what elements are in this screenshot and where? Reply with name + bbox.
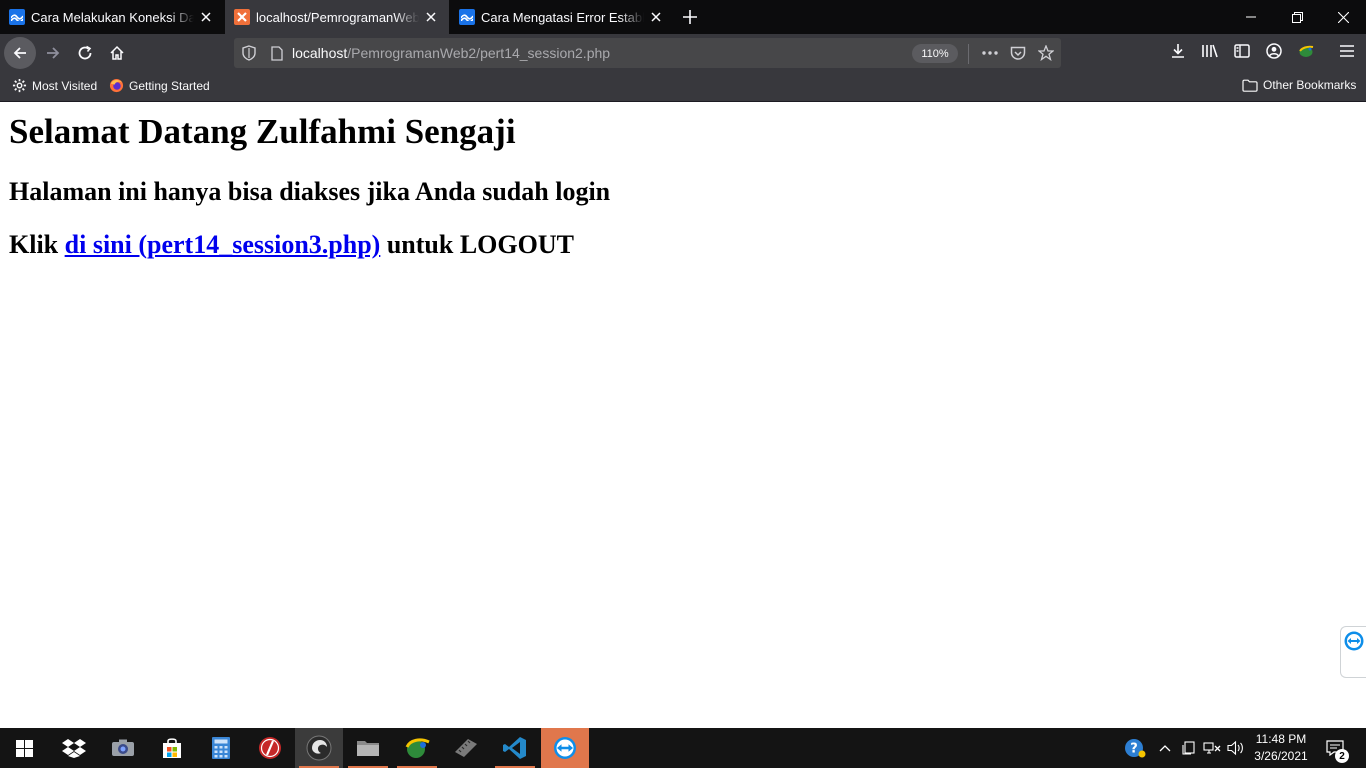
close-tab-icon[interactable]	[644, 5, 668, 29]
network-disconnected-icon[interactable]	[1201, 737, 1223, 759]
home-button[interactable]	[101, 37, 133, 69]
start-button[interactable]	[0, 728, 48, 768]
back-button[interactable]	[4, 37, 36, 69]
tab-localhost-session2[interactable]: localhost/PemrogramanWeb2/pert14_session…	[225, 0, 449, 34]
tab-cara-mengatasi-error[interactable]: Cara Mengatasi Error Establishing	[450, 0, 674, 34]
url-text[interactable]: localhost/PemrogramanWeb2/pert14_session…	[292, 45, 610, 61]
taskbar-dropbox[interactable]	[50, 728, 98, 768]
tracking-protection-shield-icon[interactable]	[238, 42, 260, 64]
pocket-icon[interactable]	[1007, 42, 1029, 64]
svg-text:?: ?	[1130, 742, 1138, 757]
tab-title: Cara Mengatasi Error Establishing	[481, 9, 644, 25]
blue-wave-icon	[459, 9, 475, 25]
windows-logo-icon	[15, 739, 33, 757]
bookmark-label: Other Bookmarks	[1263, 78, 1357, 92]
page-info-icon[interactable]	[266, 42, 288, 64]
volume-speaker-icon[interactable]	[1225, 737, 1247, 759]
address-bar[interactable]: localhost/PemrogramanWeb2/pert14_session…	[234, 38, 1061, 68]
forward-button[interactable]	[37, 37, 69, 69]
page-actions-menu-icon[interactable]	[979, 42, 1001, 64]
welcome-heading: Selamat Datang Zulfahmi Sengaji	[9, 112, 516, 151]
sidebar-icon	[1234, 43, 1250, 63]
display-tray-icon[interactable]	[1178, 737, 1200, 759]
tab-cara-melakukan-koneksi[interactable]: Cara Melakukan Koneksi Database	[0, 0, 224, 34]
tab-title: localhost/PemrogramanWeb2/pert14_session…	[256, 9, 419, 25]
bookmark-label: Most Visited	[32, 78, 98, 93]
logout-instruction: Klik di sini (pert14_session3.php) untuk…	[9, 230, 574, 260]
dropbox-icon	[62, 738, 86, 758]
library-button[interactable]	[1194, 37, 1226, 69]
idm-globe-icon	[404, 736, 430, 760]
access-info-heading: Halaman ini hanya bisa diakses jika Anda…	[9, 177, 611, 206]
close-tab-icon[interactable]	[419, 5, 443, 29]
folder-icon	[1242, 79, 1263, 92]
red-compass-icon	[258, 736, 282, 760]
hamburger-menu-icon	[1339, 44, 1355, 62]
taskbar-teamviewer[interactable]	[541, 728, 589, 768]
taskbar-calculator[interactable]	[197, 728, 245, 768]
show-hidden-icons-chevron-icon[interactable]	[1154, 737, 1176, 759]
page-content: Selamat Datang Zulfahmi Sengaji Halaman …	[0, 102, 1366, 728]
close-window-button[interactable]	[1320, 0, 1366, 34]
bookmark-most-visited[interactable]: Most Visited	[12, 78, 97, 93]
close-tab-icon[interactable]	[194, 5, 218, 29]
url-path: /PemrogramanWeb2/pert14_session2.php	[347, 45, 611, 61]
tab-strip: Cara Melakukan Koneksi Database localhos…	[0, 0, 1366, 34]
store-bag-icon	[161, 737, 183, 759]
open-menu-button[interactable]	[1331, 37, 1363, 69]
sidebar-button[interactable]	[1226, 37, 1258, 69]
account-icon	[1266, 42, 1282, 64]
taskbar-app-red[interactable]	[246, 728, 294, 768]
bookmark-label: Getting Started	[129, 78, 210, 93]
taskbar-firefox[interactable]	[295, 728, 343, 768]
restore-window-button[interactable]	[1274, 0, 1320, 34]
extension-globe-icon	[1297, 43, 1315, 64]
logout-prefix: Klik	[9, 230, 65, 259]
taskbar-file-explorer[interactable]	[344, 728, 392, 768]
url-host: localhost	[292, 45, 348, 61]
teamviewer-icon	[1344, 631, 1364, 651]
taskbar-tool[interactable]	[442, 728, 490, 768]
gear-icon	[12, 78, 32, 93]
windows-taskbar: ? 11:48 PM 3/26/2021 2	[0, 728, 1366, 768]
library-icon	[1201, 43, 1219, 64]
taskbar-internet-download-manager[interactable]	[393, 728, 441, 768]
minimize-window-button[interactable]	[1228, 0, 1274, 34]
bookmark-star-icon[interactable]	[1035, 42, 1057, 64]
account-button[interactable]	[1258, 37, 1290, 69]
extension-button[interactable]	[1290, 37, 1322, 69]
new-tab-button[interactable]	[678, 5, 702, 29]
bookmarks-toolbar: Most Visited Getting Started Other Bookm…	[0, 72, 1366, 102]
clock-date: 3/26/2021	[1254, 749, 1308, 763]
system-clock[interactable]: 11:48 PM 3/26/2021	[1250, 731, 1312, 765]
download-icon	[1170, 43, 1186, 64]
teamviewer-side-panel-tab[interactable]	[1340, 626, 1366, 678]
downloads-button[interactable]	[1162, 37, 1194, 69]
teamviewer-icon	[553, 736, 577, 760]
calculator-icon	[211, 736, 231, 760]
clock-time: 11:48 PM	[1255, 732, 1307, 746]
camera-icon	[111, 739, 135, 757]
urlbar-separator	[968, 44, 969, 64]
blue-wave-icon	[9, 9, 25, 25]
help-tray-icon[interactable]: ?	[1124, 737, 1146, 759]
tab-title: Cara Melakukan Koneksi Database	[31, 9, 194, 25]
navigation-toolbar: localhost/PemrogramanWeb2/pert14_session…	[0, 34, 1366, 72]
xampp-icon	[234, 9, 250, 25]
vscode-icon	[503, 736, 527, 760]
bookmark-other-bookmarks[interactable]: Other Bookmarks	[1242, 78, 1356, 92]
firefox-icon	[306, 735, 332, 761]
logout-link[interactable]: di sini (pert14_session3.php)	[65, 230, 381, 259]
taskbar-vscode[interactable]	[491, 728, 539, 768]
reload-button[interactable]	[69, 37, 101, 69]
firefox-logo-icon	[109, 78, 129, 93]
bookmark-getting-started[interactable]: Getting Started	[109, 78, 210, 93]
taskbar-microsoft-store[interactable]	[148, 728, 196, 768]
logout-suffix: untuk LOGOUT	[380, 230, 574, 259]
taskbar-camera[interactable]	[99, 728, 147, 768]
ruler-tool-icon	[454, 738, 478, 758]
zoom-level-button[interactable]: 110%	[912, 44, 958, 63]
notification-count-badge: 2	[1335, 749, 1349, 763]
file-explorer-folder-icon	[356, 738, 380, 758]
